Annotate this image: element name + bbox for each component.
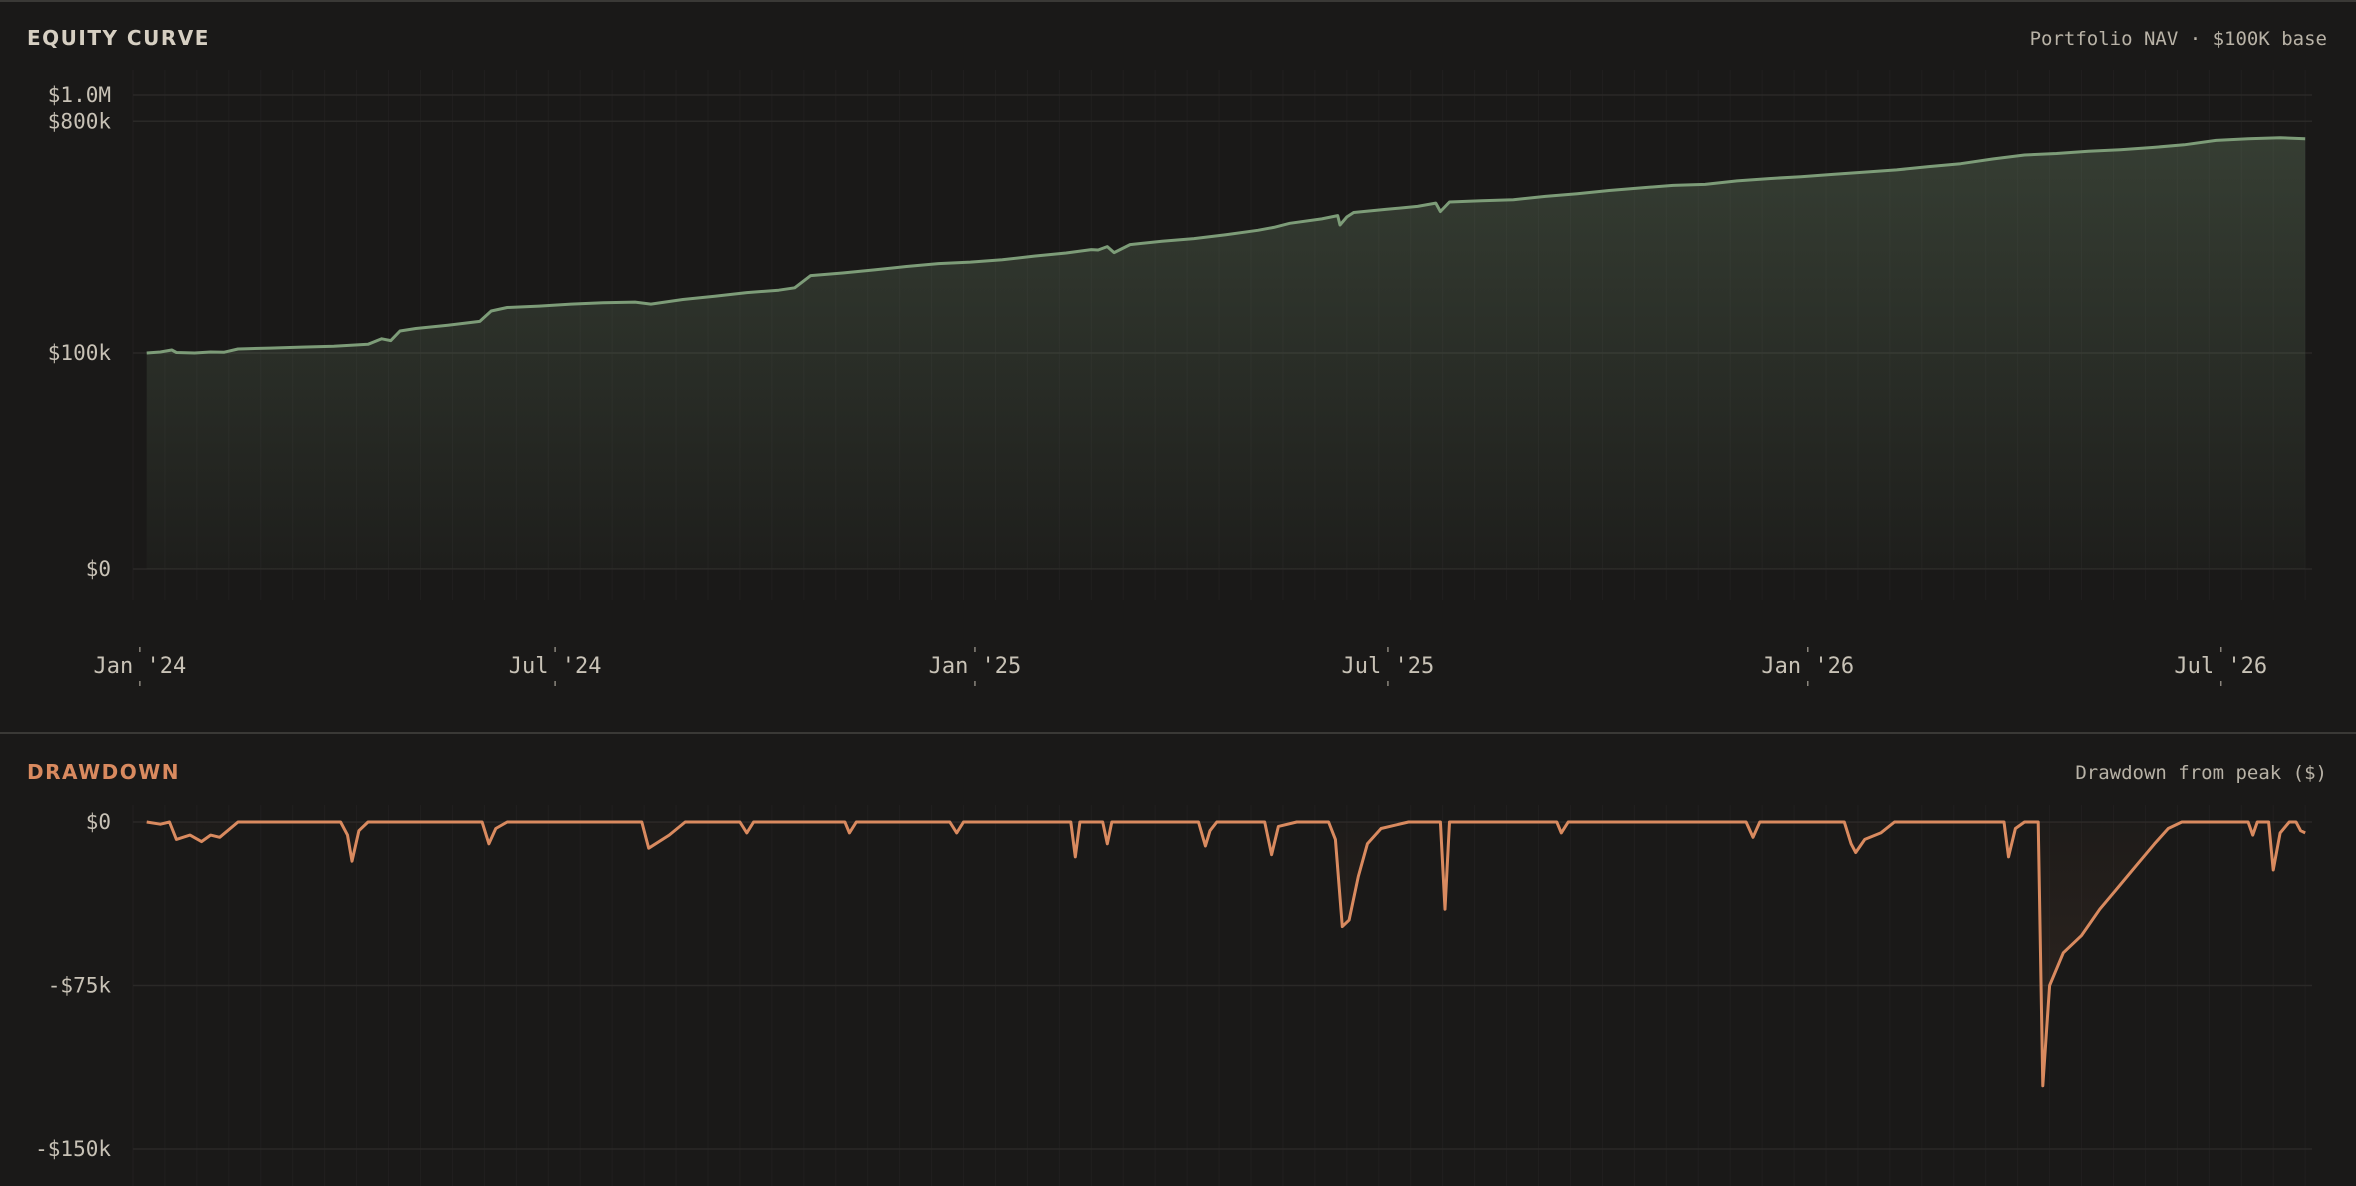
y-tick-label: $0 <box>86 557 111 581</box>
drawdown-panel-title: DRAWDOWN <box>27 760 180 784</box>
x-tick-label: Jul '24 <box>509 654 602 679</box>
chart-canvas: $0 $100k $800k$1.0M Jan '24 Jul '24 Jan '25 J… <box>0 0 2356 1186</box>
x-tick-label: Jul '25 <box>1342 654 1435 679</box>
equity-panel-title: EQUITY CURVE <box>27 26 210 50</box>
x-tick-label: Jan '24 <box>93 654 186 679</box>
y-tick-label: $800k <box>48 109 112 133</box>
x-tick-label: Jan '25 <box>929 654 1022 679</box>
y-tick-label: -$75k <box>48 974 112 998</box>
equity-panel-subtitle: Portfolio NAV · $100K base <box>2030 28 2327 50</box>
x-tick-label: Jul '26 <box>2174 654 2267 679</box>
y-tick-label: $100k <box>48 341 112 365</box>
y-tick-label: $0 <box>86 810 111 834</box>
y-tick-label: $1.0M <box>48 83 111 107</box>
drawdown-panel-subtitle: Drawdown from peak ($) <box>2075 762 2327 784</box>
y-tick-label: -$150k <box>35 1137 111 1161</box>
x-tick-label: Jan '26 <box>1761 654 1854 679</box>
